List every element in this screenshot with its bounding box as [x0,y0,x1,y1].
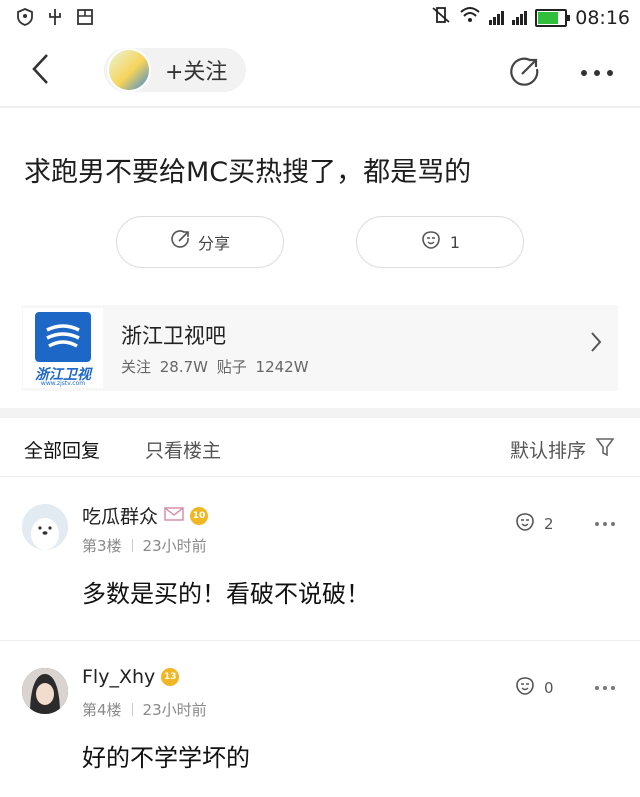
status-icons-right: 08:16 [431,6,630,29]
wifi-icon [459,6,481,29]
share-label: 分享 [197,234,230,253]
back-icon[interactable] [30,52,50,92]
floor: 第4楼 [82,701,122,719]
forum-stats: 关注 28.7W 贴子 1242W [121,357,309,376]
divider [0,476,640,477]
more-icon[interactable] [580,58,614,83]
post-title: 求跑男不要给MC买热搜了，都是骂的 [24,157,472,188]
sort-button[interactable]: 默认排序 [509,436,615,463]
shield-icon [16,8,34,31]
forum-avatar [107,48,151,92]
usb-icon [46,8,64,31]
clock: 08:16 [575,6,630,29]
share-icon[interactable] [508,56,540,92]
battery-icon [535,8,571,27]
avatar[interactable] [22,504,68,550]
more-icon[interactable] [594,676,616,695]
sort-label: 默认排序 [509,440,586,462]
tab-all-replies[interactable]: 全部回复 [24,436,100,463]
time: 23小时前 [142,701,207,719]
tab-owner-only[interactable]: 只看楼主 [145,436,221,463]
vibrate-off-icon [431,6,451,29]
status-bar: 08:16 [0,0,640,38]
filter-icon [595,437,615,462]
like-icon [514,676,536,700]
follow-label: +关注 [165,60,228,85]
reply-tabs: 全部回复 只看楼主 默认排序 [0,418,640,476]
avatar[interactable] [22,668,68,714]
image-icon [76,8,94,31]
share-icon [170,230,190,254]
divider [0,106,640,108]
divider [0,640,640,641]
comment-text: 多数是买的！看破不说破！ [82,580,370,608]
share-button[interactable]: 分享 [116,216,284,268]
follow-button[interactable]: +关注 [104,48,246,92]
comment-like-count: 0 [544,679,554,697]
chevron-right-icon [590,331,602,359]
comment-like-count: 2 [544,515,554,533]
comment-text: 好的不学学坏的 [82,744,250,772]
signal-icon [489,10,505,25]
status-icons-left [16,8,94,31]
comment-meta: 第3楼 23小时前 [82,535,207,556]
like-count: 1 [449,232,461,252]
comment-like-button[interactable]: 2 [514,512,554,536]
username[interactable]: 吃瓜群众 10 [82,502,209,529]
envelope-icon [164,505,184,527]
username[interactable]: Fly_Xhy 13 [82,666,180,688]
signal-icon-2 [512,10,528,25]
comment-meta: 第4楼 23小时前 [82,699,207,720]
nav-bar: +关注 [0,40,640,104]
forum-name: 浙江卫视吧 [121,323,226,348]
level-badge: 10 [190,506,209,525]
more-icon[interactable] [594,512,616,531]
level-badge: 13 [161,668,180,686]
forum-card[interactable]: 浙江卫视 www.zjstv.com 浙江卫视吧 关注 28.7W 贴子 124… [22,305,618,391]
comment-like-button[interactable]: 0 [514,676,554,700]
time: 23小时前 [142,537,207,555]
section-divider [0,408,640,418]
like-icon [420,230,442,254]
like-icon [514,512,536,536]
like-button[interactable]: 1 [356,216,524,268]
floor: 第3楼 [82,537,122,555]
forum-logo: 浙江卫视 www.zjstv.com [23,308,103,388]
